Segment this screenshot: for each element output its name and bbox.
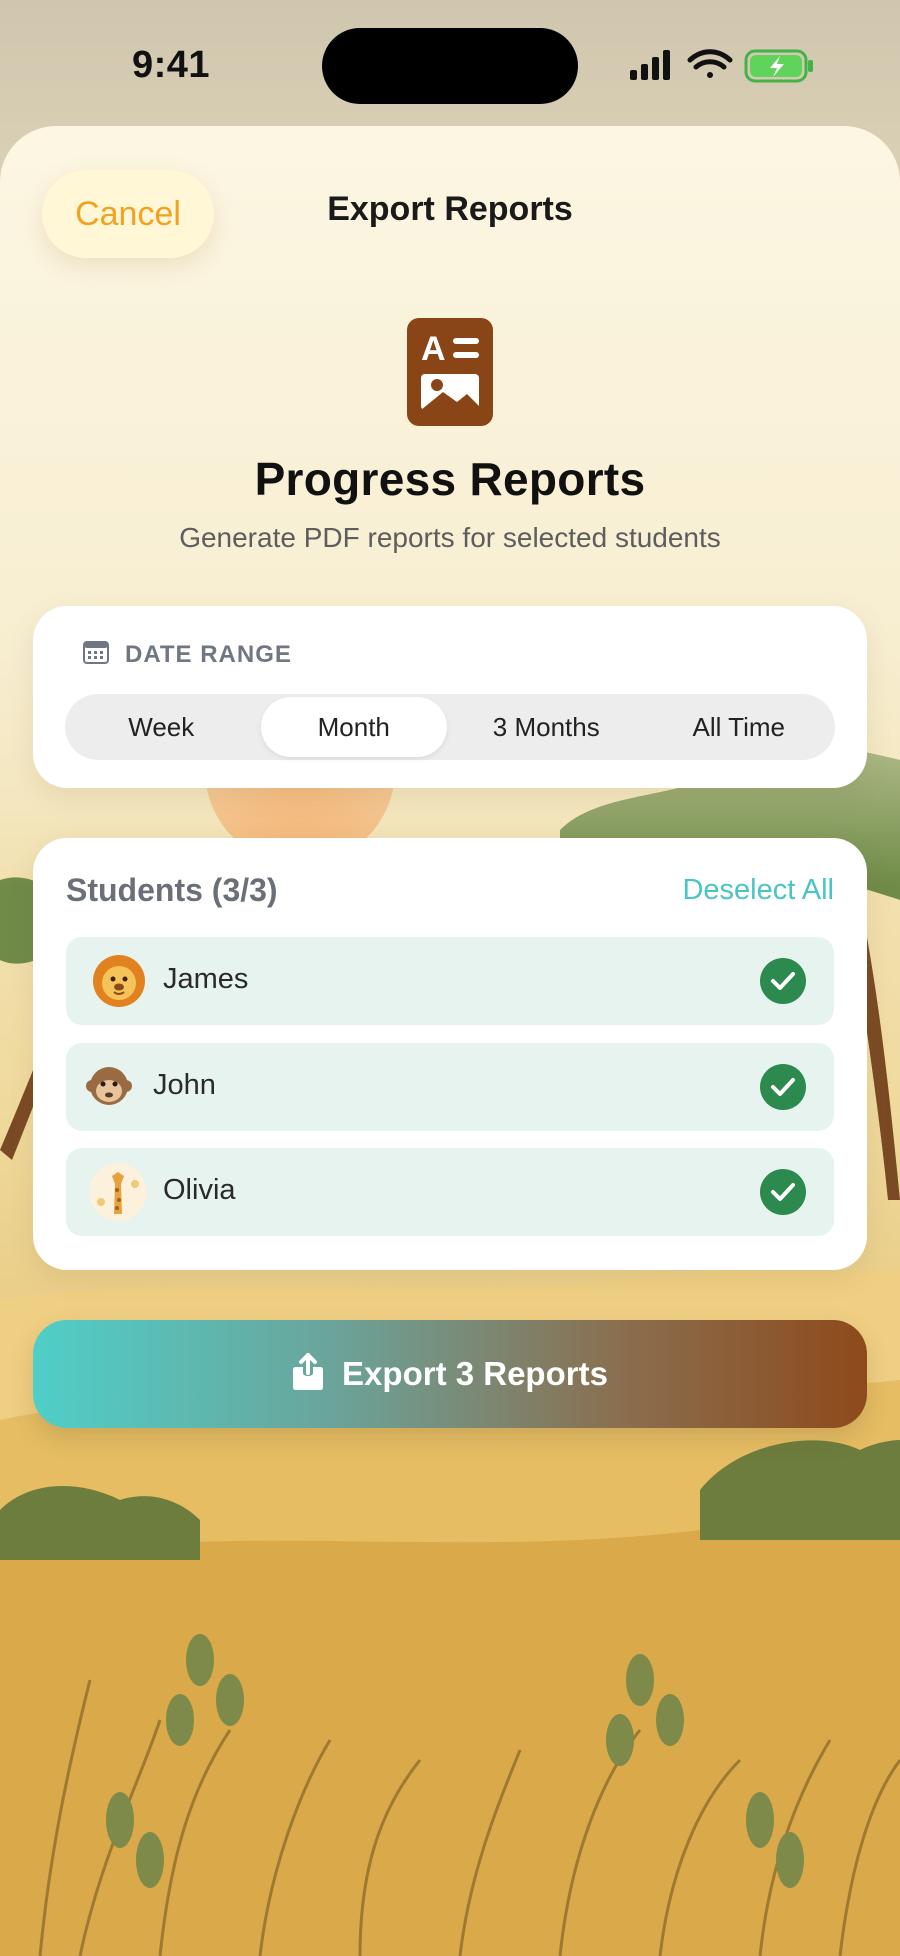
student-row-james[interactable]: James [66, 937, 834, 1025]
lion-avatar-icon [92, 954, 146, 1008]
status-bar: 9:41 [0, 0, 900, 130]
svg-text:A: A [421, 330, 446, 368]
cancel-button[interactable]: Cancel [42, 170, 214, 258]
hero-title: Progress Reports [254, 453, 646, 505]
segment-month[interactable]: Month [260, 697, 447, 757]
segment-week[interactable]: Week [68, 697, 255, 757]
checkmark-icon [760, 1169, 806, 1215]
date-range-card: DATE RANGE Week Month 3 Months All Time [33, 606, 867, 788]
segment-all-time[interactable]: All Time [646, 697, 833, 757]
date-range-label: DATE RANGE [125, 640, 292, 668]
student-name: James [163, 963, 249, 995]
checkmark-icon [760, 1064, 806, 1110]
nav-title: Export Reports [327, 190, 573, 228]
checkmark-icon [760, 958, 806, 1004]
hero-subtitle: Generate PDF reports for selected studen… [179, 522, 721, 553]
signal-icon [630, 50, 670, 80]
student-name: John [153, 1069, 216, 1101]
battery-charging-icon [744, 49, 813, 83]
status-icons [630, 46, 818, 86]
status-time: 9:41 [132, 44, 211, 86]
wifi-icon [687, 49, 733, 78]
export-reports-button[interactable]: Export 3 Reports [33, 1320, 867, 1428]
deselect-all-button[interactable]: Deselect All [682, 874, 834, 907]
segment-3-months[interactable]: 3 Months [453, 697, 640, 757]
date-range-segmented-control: Week Month 3 Months All Time [65, 694, 835, 760]
dynamic-island [322, 28, 578, 104]
student-row-john[interactable]: John [66, 1043, 834, 1131]
monkey-avatar-icon [86, 1064, 132, 1110]
students-card: Students (3/3) Deselect All James John O… [33, 838, 867, 1270]
students-title: Students (3/3) [66, 872, 278, 908]
student-name: Olivia [163, 1174, 236, 1206]
share-upload-icon [292, 1352, 324, 1396]
date-range-header: DATE RANGE [83, 640, 292, 669]
report-document-icon: A [407, 318, 493, 426]
export-button-label: Export 3 Reports [342, 1355, 608, 1392]
calendar-icon [83, 640, 109, 669]
giraffe-avatar-icon [88, 1162, 148, 1222]
student-row-olivia[interactable]: Olivia [66, 1148, 834, 1236]
